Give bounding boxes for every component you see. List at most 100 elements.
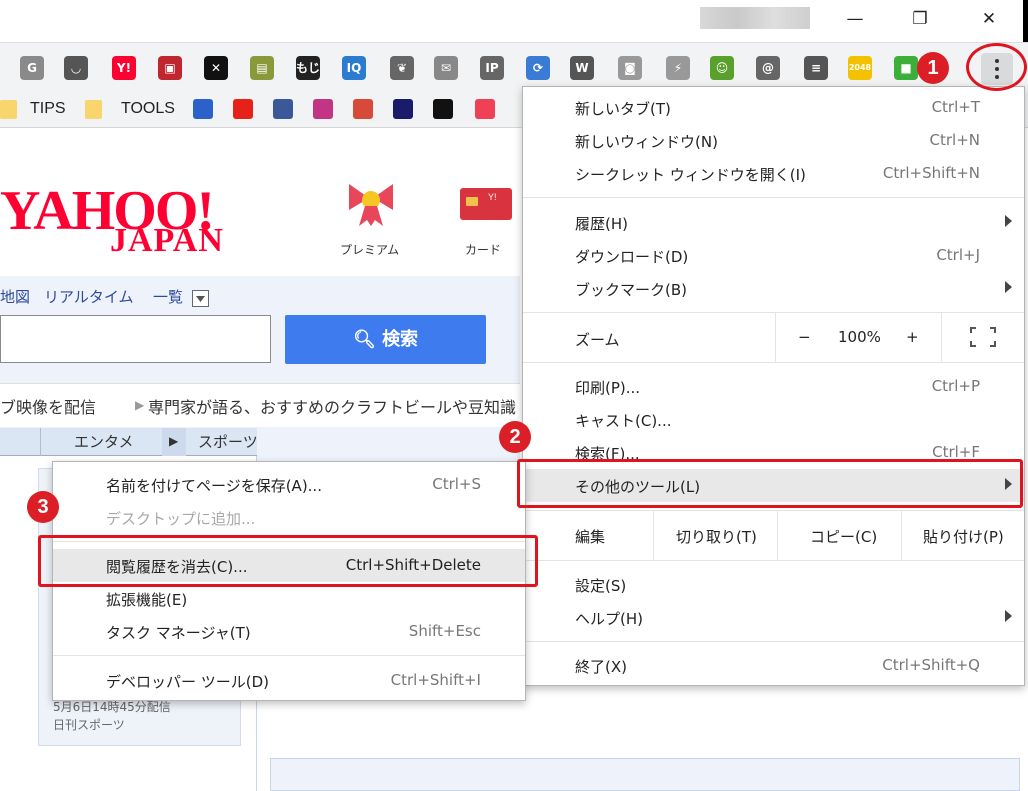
- tab-sports[interactable]: スポーツ: [198, 431, 258, 452]
- cc-icon[interactable]: [433, 99, 453, 119]
- pdf-icon[interactable]: ⚡: [666, 56, 690, 80]
- menu-settings[interactable]: 設定(S): [523, 568, 1024, 601]
- nav-list[interactable]: 一覧: [153, 286, 183, 307]
- submenu-task-manager[interactable]: タスク マネージャ(T) Shift+Esc: [53, 615, 525, 648]
- news-item[interactable]: ブ映像を配信: [0, 394, 96, 418]
- menu-incognito[interactable]: シークレット ウィンドウを開く(I) Ctrl+Shift+N: [523, 157, 1024, 190]
- search-icon: 🔍︎: [352, 329, 383, 350]
- menu-history[interactable]: 履歴(H): [523, 206, 1024, 239]
- menu-separator: [523, 362, 1024, 363]
- list-icon[interactable]: ≡: [804, 56, 828, 80]
- pocket-save-icon[interactable]: [475, 99, 495, 119]
- restore-button[interactable]: ❐: [905, 6, 935, 32]
- palette-icon[interactable]: ■: [894, 56, 918, 80]
- 2048-icon[interactable]: 2048: [848, 56, 872, 80]
- menu-label: 編集: [575, 528, 606, 546]
- pocket-icon[interactable]: ◡: [64, 56, 88, 80]
- mail-icon[interactable]: ✉: [434, 56, 458, 80]
- frog-icon[interactable]: ☺: [710, 56, 734, 80]
- cut-button[interactable]: 切り取り(T): [676, 526, 757, 547]
- menu-label: 印刷(P)...: [575, 379, 641, 397]
- menu-exit[interactable]: 終了(X) Ctrl+Shift+Q: [523, 649, 1024, 682]
- x-icon[interactable]: ✕: [204, 56, 228, 80]
- dropdown-icon[interactable]: [192, 290, 209, 307]
- cell-divider: [901, 511, 902, 560]
- window-edge: [1023, 0, 1028, 42]
- menu-label: タスク マネージャ(T): [106, 624, 251, 642]
- menu-edit: 編集 切り取り(T) コピー(C) 貼り付け(P): [523, 511, 1024, 560]
- close-button[interactable]: ✕: [974, 6, 1004, 32]
- card-label[interactable]: カード: [465, 241, 501, 258]
- menu-separator: [523, 641, 1024, 642]
- submenu-add-desktop: デスクトップに追加...: [53, 501, 525, 534]
- minimize-button[interactable]: —: [840, 6, 870, 32]
- horse-icon[interactable]: [353, 99, 373, 119]
- notepad-icon[interactable]: ▤: [250, 56, 274, 80]
- atmark-icon[interactable]: @: [756, 56, 780, 80]
- w-icon[interactable]: W: [570, 56, 594, 80]
- submenu-save-page[interactable]: 名前を付けてページを保存(A)... Ctrl+S: [53, 468, 525, 501]
- bookmark-tools[interactable]: TOOLS: [121, 100, 175, 118]
- menu-shortcut: Ctrl+Shift+I: [390, 671, 481, 689]
- menu-shortcut: Ctrl+P: [931, 377, 980, 395]
- bookmark-tips[interactable]: TIPS: [30, 100, 66, 118]
- submenu-arrow-icon: [1005, 281, 1012, 293]
- menu-help[interactable]: ヘルプ(H): [523, 601, 1024, 634]
- cell-divider: [653, 511, 654, 560]
- news-item[interactable]: 専門家が語る、おすすめのクラフトビールや豆知識: [148, 394, 516, 418]
- ip-icon[interactable]: IP: [480, 56, 504, 80]
- menu-label: キャスト(C)...: [575, 412, 672, 430]
- window-titlebar: — ❐ ✕: [0, 0, 1028, 42]
- gift-icon[interactable]: ▣: [158, 56, 182, 80]
- menu-downloads[interactable]: ダウンロード(D) Ctrl+J: [523, 239, 1024, 272]
- tab-arrow-icon: ▶: [169, 434, 179, 448]
- facebook-icon[interactable]: [273, 99, 293, 119]
- capture-icon[interactable]: ◙: [618, 56, 642, 80]
- menu-separator: [523, 197, 1024, 198]
- calendar-icon[interactable]: [193, 99, 213, 119]
- menu-label: 履歴(H): [575, 215, 628, 233]
- menu-bookmarks[interactable]: ブックマーク(B): [523, 272, 1024, 305]
- menu-label: デベロッパー ツール(D): [106, 673, 270, 691]
- kanji-icon[interactable]: もじ: [296, 56, 320, 80]
- nav-map[interactable]: 地図: [0, 286, 30, 307]
- menu-shortcut: Ctrl+J: [936, 246, 980, 264]
- instagram-icon[interactable]: [313, 99, 333, 119]
- menu-cast[interactable]: キャスト(C)...: [523, 403, 1024, 436]
- ribbon-icon: [349, 184, 393, 226]
- youtube-icon[interactable]: [233, 99, 253, 119]
- evernote-icon[interactable]: ❦: [390, 56, 414, 80]
- g-icon[interactable]: G: [20, 56, 44, 80]
- menu-label: 終了(X): [575, 658, 627, 676]
- menu-print[interactable]: 印刷(P)... Ctrl+P: [523, 370, 1024, 403]
- submenu-dev-tools[interactable]: デベロッパー ツール(D) Ctrl+Shift+I: [53, 664, 525, 697]
- tab-divider: [40, 428, 41, 456]
- copy-button[interactable]: コピー(C): [810, 526, 877, 547]
- cell-divider: [941, 313, 942, 362]
- menu-separator: [53, 655, 525, 656]
- menu-label: 新しいタブ(T): [575, 100, 671, 118]
- menu-label: ヘルプ(H): [575, 610, 643, 628]
- extensions-toolbar: G ◡ Y! ▣ ✕ ▤ もじ IQ ❦ ✉ IP ⟳ W ◙ ⚡ ☺ @ ≡ 2048 ■: [0, 42, 1028, 92]
- target-icon[interactable]: [393, 99, 413, 119]
- paste-button[interactable]: 貼り付け(P): [923, 526, 1004, 547]
- zoom-in-button[interactable]: +: [906, 328, 919, 346]
- cell-divider: [775, 313, 776, 362]
- yahoo-icon[interactable]: Y!: [112, 56, 136, 80]
- menu-new-tab[interactable]: 新しいタブ(T) Ctrl+T: [523, 91, 1024, 124]
- zoom-level: 100%: [838, 328, 881, 346]
- bottom-panel: [270, 758, 1020, 791]
- zoom-out-button[interactable]: −: [798, 328, 811, 346]
- step-badge-2: 2: [499, 421, 531, 453]
- iq-icon[interactable]: IQ: [342, 56, 366, 80]
- nav-realtime[interactable]: リアルタイム: [44, 286, 134, 307]
- card-source: 日刊スポーツ: [53, 718, 125, 732]
- search-input[interactable]: [0, 315, 271, 363]
- search-button[interactable]: 🔍︎ 検索: [285, 315, 486, 364]
- menu-new-window[interactable]: 新しいウィンドウ(N) Ctrl+N: [523, 124, 1024, 157]
- sync-icon[interactable]: ⟳: [526, 56, 550, 80]
- premium-label[interactable]: プレミアム: [340, 241, 399, 258]
- tab-entertainment[interactable]: エンタメ: [74, 431, 134, 452]
- fullscreen-icon[interactable]: [970, 327, 996, 347]
- step-badge-1: 1: [917, 52, 949, 84]
